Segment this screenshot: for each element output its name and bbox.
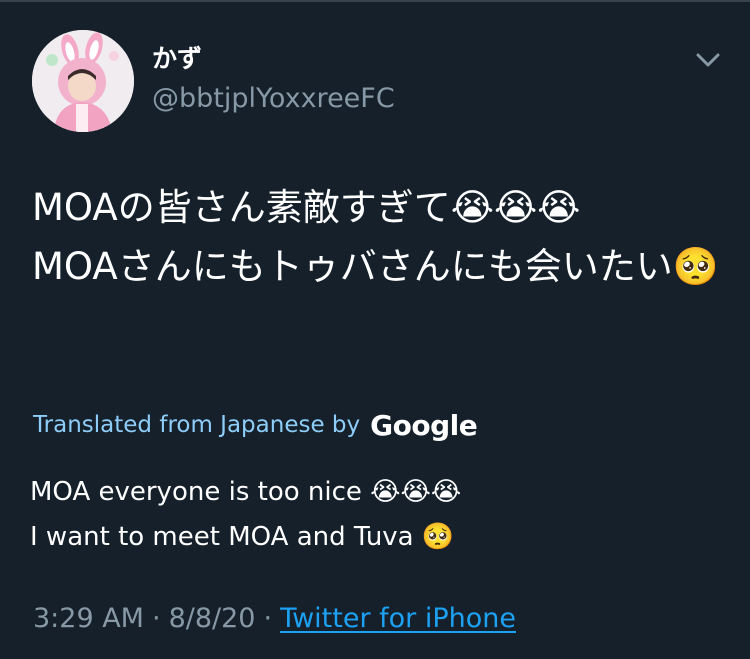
tweet-time: 3:29 AM [33, 602, 144, 634]
translated-text: MOA everyone is too nice 😭😭😭 I want to m… [30, 477, 462, 552]
top-divider [0, 0, 750, 2]
meta-separator: · [151, 602, 161, 634]
meta-separator: · [263, 602, 273, 634]
chevron-down-icon[interactable] [690, 46, 726, 76]
tweet-text: MOAの皆さん素敵すぎて😭😭😭 MOAさんにもトゥバさんにも会いたい🥺 [32, 186, 719, 288]
google-logo: Google [370, 408, 478, 442]
translation-label: Translated from Japanese by [33, 412, 361, 438]
tweet-source-link[interactable]: Twitter for iPhone [280, 603, 516, 634]
avatar[interactable] [32, 30, 134, 132]
tweet-date: 8/8/20 [168, 602, 256, 634]
tweet-metadata: 3:29 AM · 8/8/20 · Twitter for iPhone [33, 598, 516, 638]
translation-attribution: Translated from Japanese by Google [33, 405, 478, 445]
user-handle[interactable]: @bbtjplYoxxreeFC [152, 82, 395, 116]
display-name[interactable]: かず [152, 44, 202, 74]
